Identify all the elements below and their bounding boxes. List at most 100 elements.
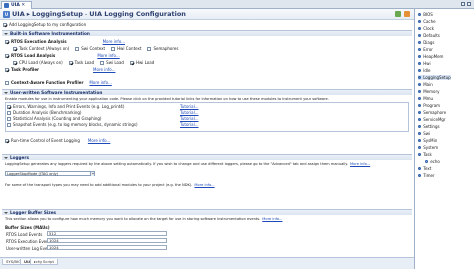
swi-context-checkbox[interactable]	[75, 46, 80, 51]
rtos-load-checkbox[interactable]	[5, 53, 9, 58]
outline-item[interactable]: Error	[418, 47, 433, 52]
outline-item[interactable]: Idle	[418, 68, 430, 73]
tutorial-link[interactable]: Tutorial...	[180, 122, 199, 127]
module-icon	[418, 40, 422, 45]
maximize-button[interactable]	[467, 2, 471, 6]
user-item-checkbox[interactable]	[7, 110, 11, 115]
user-item-row: Snapshot Events (e.g. to log memory bloc…	[7, 122, 138, 127]
outline-item[interactable]: Diags	[418, 40, 434, 45]
load-opt-swi: Swi Load	[100, 60, 124, 65]
outline-item[interactable]: SysMin	[418, 138, 437, 143]
outline-panel: BIOS Cache Clock Defaults Diags Error He…	[414, 9, 474, 269]
section-buffers-title: Logger Buffer Sizes	[10, 210, 57, 215]
logger-type-select[interactable]: LoggerStopMode (JTAG only)	[5, 171, 95, 176]
outline-item-label: Main	[423, 82, 433, 87]
context-aware-checkbox[interactable]	[5, 80, 9, 85]
outline-item[interactable]: Defaults	[418, 33, 440, 38]
validate-icon[interactable]	[395, 11, 401, 17]
loggers-note-more-link[interactable]: More info...	[194, 183, 214, 187]
task-load-checkbox[interactable]	[68, 60, 73, 65]
chevron-down-icon[interactable]	[90, 171, 94, 176]
outline-item[interactable]: Task	[418, 152, 432, 157]
outline-item[interactable]: Main	[418, 82, 433, 87]
rtos-load-more-link[interactable]: More info...	[97, 53, 119, 58]
outline-item[interactable]: BIOS	[418, 12, 433, 17]
outline-item[interactable]: Swi	[418, 131, 430, 136]
outline-item[interactable]: Text	[418, 166, 431, 171]
user-item-row: Errors, Warnings, Info and Print Events …	[7, 104, 124, 109]
tutorial-link[interactable]: Tutorial...	[180, 110, 199, 115]
user-item-checkbox[interactable]	[7, 104, 11, 109]
section-buffers[interactable]: Logger Buffer Sizes	[2, 209, 412, 215]
user-item-checkbox[interactable]	[7, 116, 11, 121]
outline-item[interactable]: ServiceMgr	[418, 117, 446, 122]
module-icon	[418, 61, 422, 66]
cpu-load-checkbox[interactable]	[13, 60, 17, 65]
tutorial-link[interactable]: Tutorial...	[180, 116, 199, 121]
outline-item[interactable]: Timer	[418, 173, 435, 178]
outline-item-label: Swi	[423, 131, 431, 136]
loggers-more-link[interactable]: More info...	[350, 162, 370, 166]
user-log-buffer-input[interactable]: 1024	[47, 245, 167, 250]
task-profiler-row: Task Profiler More info...	[5, 67, 115, 72]
rtos-exec-buffer-input[interactable]: 1024	[47, 238, 167, 243]
breadcrumb-uia[interactable]: UIA	[12, 10, 25, 18]
collapse-icon[interactable]	[4, 211, 8, 214]
window-controls	[461, 2, 471, 6]
section-user[interactable]: User-written Software Instrumentation	[2, 89, 412, 95]
swi-load-checkbox[interactable]	[100, 60, 105, 65]
breadcrumb-separator: ▸	[26, 10, 30, 18]
task-context-checkbox[interactable]	[13, 46, 17, 51]
module-icon	[418, 117, 422, 122]
outline-item[interactable]: System	[418, 145, 438, 150]
context-aware-more-link[interactable]: More info...	[89, 80, 111, 85]
collapse-icon[interactable]	[4, 91, 8, 94]
tutorial-link[interactable]: Tutorial...	[180, 104, 199, 109]
outline-item[interactable]: Mmu	[418, 96, 433, 101]
minimize-button[interactable]	[461, 2, 465, 6]
collapse-icon[interactable]	[4, 156, 8, 159]
outline-item-selected[interactable]: LoggingSetup	[418, 75, 451, 80]
user-item-row: Duration Analysis (Benchmarking)	[7, 110, 82, 115]
outline-item-label: HeapMem	[423, 54, 444, 59]
buffer-row-label: RTOS Load Events	[6, 232, 43, 237]
tab-uia[interactable]: UIA ✕	[1, 1, 33, 9]
outline-child-item[interactable]: echo	[425, 159, 440, 164]
outline-item[interactable]: Cache	[418, 19, 436, 24]
runtime-more-link[interactable]: More info...	[88, 138, 110, 143]
hwi-context-label: Hwi Context	[117, 46, 142, 51]
collapse-icon[interactable]	[4, 32, 8, 35]
outline-item[interactable]: Semaphore	[418, 110, 446, 115]
module-icon	[418, 131, 422, 136]
tab-cfg-script[interactable]: ▸cfg Script	[30, 259, 58, 265]
buffers-more-link[interactable]: More info...	[262, 217, 282, 221]
rtos-load-buffer-input[interactable]: 512	[47, 231, 167, 236]
exec-opt-sem: Semaphores	[147, 46, 178, 51]
module-icon	[418, 89, 422, 94]
editor-tab-bar: UIA ✕	[0, 0, 474, 9]
outline-item[interactable]: Clock	[418, 26, 434, 31]
help-icon[interactable]	[404, 11, 410, 17]
rtos-exec-more-link[interactable]: More info...	[103, 39, 125, 44]
outline-item[interactable]: Hwi	[418, 61, 431, 66]
loggers-note-text: For some of the transport types you may …	[5, 183, 193, 187]
outline-item[interactable]: Program	[418, 103, 440, 108]
section-builtin[interactable]: Built-in Software Instrumentation	[2, 30, 412, 36]
semaphores-checkbox[interactable]	[147, 46, 152, 51]
outline-item[interactable]: HeapMem	[418, 54, 443, 59]
task-profiler-more-link[interactable]: More info...	[93, 67, 115, 72]
rtos-exec-checkbox[interactable]	[5, 39, 9, 44]
task-profiler-checkbox[interactable]	[5, 67, 9, 72]
outline-item[interactable]: Settings	[418, 124, 440, 129]
rtos-load-label: RTOS Load Analysis	[11, 53, 56, 58]
module-icon	[418, 75, 422, 80]
outline-item[interactable]: Memory	[418, 89, 439, 94]
add-module-checkbox[interactable]	[3, 22, 7, 27]
runtime-control-checkbox[interactable]	[5, 138, 9, 143]
breadcrumb-module[interactable]: LoggingSetup	[32, 10, 83, 18]
user-item-row: Statistical Analysis (Counting and Graph…	[7, 116, 102, 121]
section-loggers[interactable]: Loggers	[2, 154, 412, 160]
hwi-load-checkbox[interactable]	[129, 60, 134, 65]
hwi-context-checkbox[interactable]	[111, 46, 116, 51]
user-item-checkbox[interactable]	[7, 122, 11, 127]
